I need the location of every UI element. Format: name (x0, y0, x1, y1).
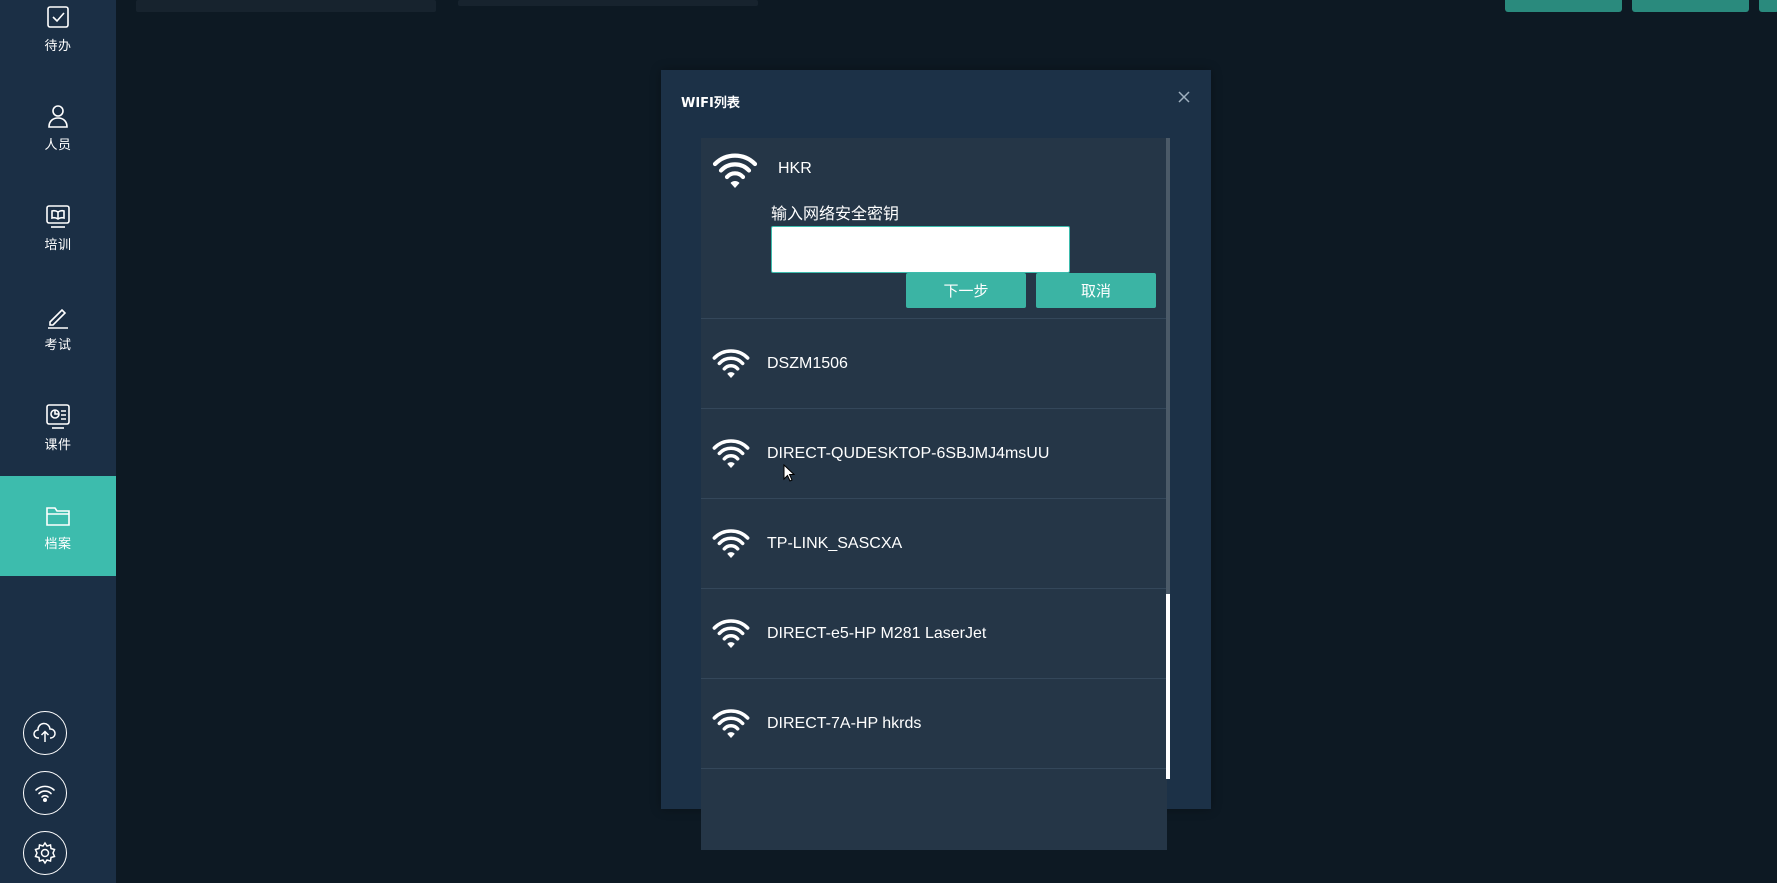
wifi-item[interactable]: DIRECT-e5-HP M281 LaserJet (701, 589, 1167, 679)
training-book-icon (46, 204, 70, 228)
background-button-3 (1759, 0, 1777, 12)
settings-gear-icon (34, 841, 56, 865)
sidebar-item-label: 培训 (44, 237, 72, 253)
sidebar-item-personnel[interactable]: 人员 (0, 77, 116, 177)
wifi-ssid: DIRECT-7A-HP hkrds (767, 715, 922, 732)
wifi-item[interactable]: DSZM1506 (701, 319, 1167, 409)
wifi-item[interactable]: DIRECT-7A-HP hkrds (701, 679, 1167, 769)
wifi-ssid: HKR (778, 160, 812, 177)
wifi-network-list: HKR 输入网络安全密钥 下一步 取消 DSZM1506 DIRECT-QUDE… (701, 138, 1167, 850)
archive-folder-icon (46, 506, 70, 526)
sidebar-item-todo[interactable]: 待办 (0, 0, 116, 78)
scrollbar-thumb[interactable] (1166, 594, 1170, 779)
sidebar-item-label: 人员 (44, 137, 72, 153)
exam-edit-icon (48, 308, 68, 329)
background-panel-mid (458, 0, 758, 6)
background-button-2 (1632, 0, 1749, 12)
mouse-cursor-icon (783, 464, 795, 482)
courseware-icon (46, 403, 70, 429)
sidebar-item-archive[interactable]: 档案 (0, 476, 116, 576)
security-key-input[interactable] (771, 226, 1070, 273)
sidebar-item-label: 课件 (44, 437, 72, 453)
todo-check-icon (47, 5, 69, 28)
cloud-upload-button[interactable] (23, 711, 67, 755)
wifi-ssid: DIRECT-QUDESKTOP-6SBJMJ4msUU (767, 445, 1050, 462)
cloud-upload-icon (33, 722, 56, 742)
wifi-signal-icon (712, 153, 758, 188)
background-panel-left (136, 0, 436, 12)
wifi-icon (35, 785, 55, 802)
wifi-list-dialog: WIFI列表 HKR 输入网络安全密钥 下一步 取消 DSZM1506 DIRE… (661, 70, 1211, 850)
wifi-signal-icon (712, 709, 750, 738)
wifi-ssid: TP-LINK_SASCXA (767, 535, 903, 552)
sidebar-item-label: 待办 (44, 38, 72, 54)
sidebar-item-label: 考试 (44, 337, 72, 353)
close-icon[interactable] (1175, 88, 1193, 106)
next-button[interactable]: 下一步 (906, 273, 1026, 308)
settings-button[interactable] (23, 831, 67, 875)
wifi-signal-icon (712, 529, 750, 558)
wifi-signal-icon (712, 349, 750, 378)
wifi-ssid: DSZM1506 (767, 355, 848, 372)
sidebar-item-courseware[interactable]: 课件 (0, 377, 116, 477)
background-button-1 (1505, 0, 1622, 12)
wifi-item[interactable]: DIRECT-QUDESKTOP-6SBJMJ4msUU (701, 409, 1167, 499)
cancel-button[interactable]: 取消 (1036, 273, 1156, 308)
dialog-title: WIFI列表 (681, 96, 740, 111)
wifi-signal-icon (712, 619, 750, 648)
wifi-button[interactable] (23, 771, 67, 815)
sidebar-item-exam[interactable]: 考试 (0, 277, 116, 377)
person-icon (48, 104, 68, 128)
wifi-item[interactable]: TP-LINK_SASCXA (701, 499, 1167, 589)
sidebar: 待办 人员 培训 考试 课件 档案 (0, 0, 116, 883)
wifi-signal-icon (712, 439, 750, 468)
security-key-label: 输入网络安全密钥 (771, 204, 900, 223)
sidebar-item-training[interactable]: 培训 (0, 177, 116, 277)
wifi-ssid: DIRECT-e5-HP M281 LaserJet (767, 625, 987, 642)
wifi-item-selected[interactable]: HKR 输入网络安全密钥 下一步 取消 (701, 138, 1167, 319)
sidebar-item-label: 档案 (44, 536, 72, 552)
